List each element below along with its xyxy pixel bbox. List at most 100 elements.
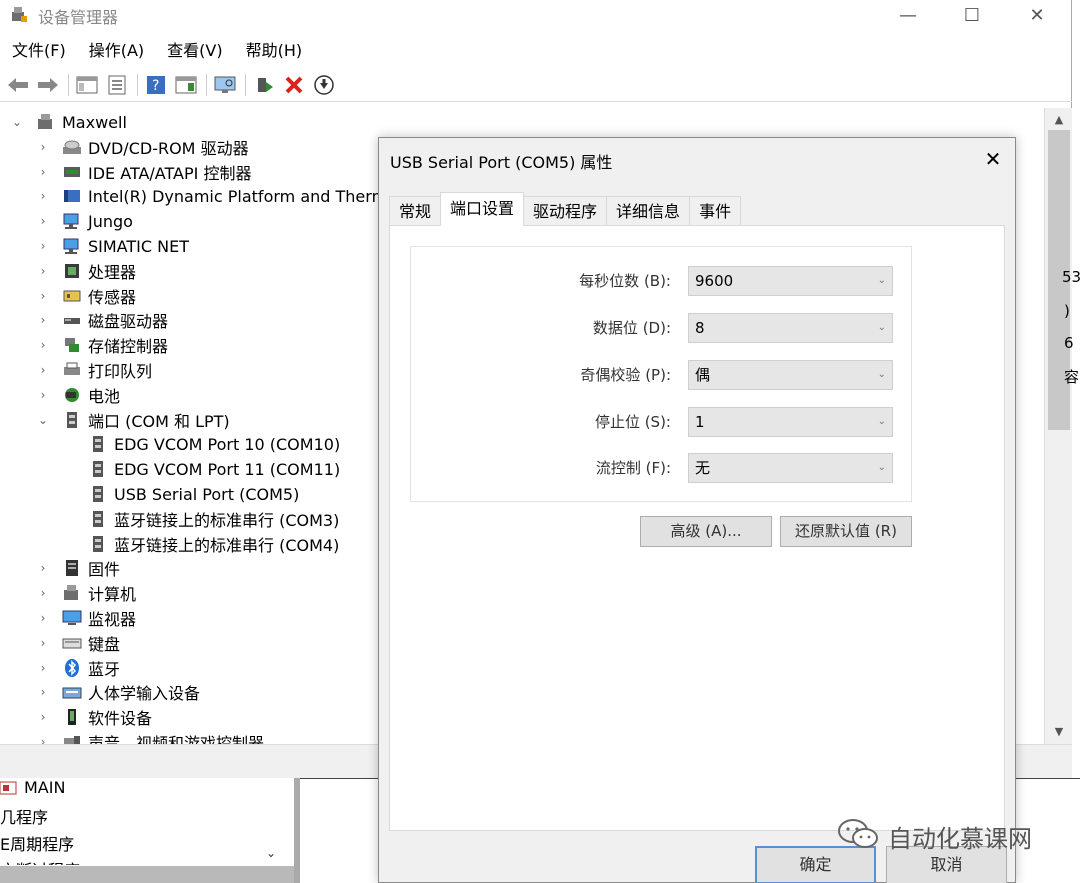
tree-item[interactable]: › 传感器 [36,284,136,308]
chevron-right-icon[interactable]: › [36,735,50,744]
vertical-scrollbar[interactable]: ▲ ▼ [1044,108,1072,744]
chevron-right-icon[interactable]: › [36,561,50,575]
properties-sheet-icon[interactable] [105,73,129,97]
flow-control-select[interactable]: 无 ⌄ [688,453,893,483]
chevron-right-icon[interactable]: › [36,363,50,377]
chevron-right-icon[interactable]: › [36,189,50,203]
chevron-right-icon[interactable]: › [36,611,50,625]
scan-hardware-monitor-icon[interactable] [213,73,237,97]
tree-item[interactable]: › 键盘 [36,631,120,655]
chevron-down-icon[interactable]: ⌄ [10,115,24,129]
storage-controller-icon [62,335,82,355]
computer-icon [62,583,82,603]
menu-file[interactable]: 文件(F) [0,38,77,64]
network-device-icon [62,236,82,256]
chevron-right-icon[interactable]: › [36,165,50,179]
tree-item[interactable]: › Intel(R) Dynamic Platform and Thermal [36,184,402,208]
close-button[interactable]: ✕ [1005,0,1069,30]
tree-item[interactable]: › 磁盘驱动器 [36,308,168,332]
tab-details[interactable]: 详细信息 [606,196,691,226]
properties-dialog: USB Serial Port (COM5) 属性 ✕ 常规 端口设置 驱动程序… [378,137,1016,883]
menu-help[interactable]: 帮助(H) [234,38,314,64]
program-row[interactable]: 亡断过程序 [0,857,80,865]
tree-item[interactable]: › DVD/CD-ROM 驱动器 [36,135,249,159]
tree-item[interactable]: › 蓝牙 [36,656,120,680]
tab-port-settings[interactable]: 端口设置 [440,192,525,226]
enable-device-download-icon[interactable] [312,73,336,97]
port-item[interactable]: 蓝牙链接上的标准串行 (COM3) [88,507,339,531]
data-bits-select[interactable]: 8 ⌄ [688,313,893,343]
menu-view[interactable]: 查看(V) [155,38,233,64]
program-row[interactable]: 几程序 [0,804,48,828]
tab-driver[interactable]: 驱动程序 [523,196,608,226]
tree-item-label: 磁盘驱动器 [88,312,169,332]
chevron-right-icon[interactable]: › [36,388,50,402]
tree-item[interactable]: › 声音、视频和游戏控制器 [36,730,264,744]
chevron-right-icon[interactable]: › [36,214,50,228]
tree-item[interactable]: › IDE ATA/ATAPI 控制器 [36,160,252,184]
tree-item[interactable]: ⌄ 端口 (COM 和 LPT) [36,408,230,432]
minimize-button[interactable]: — [876,0,940,30]
port-item[interactable]: USB Serial Port (COM5) [88,482,299,506]
scroll-up-icon[interactable]: ▲ [1045,110,1073,130]
chevron-right-icon[interactable]: › [36,586,50,600]
port-item[interactable]: 蓝牙链接上的标准串行 (COM4) [88,532,339,556]
chevron-down-icon[interactable]: ⌄ [266,846,276,860]
computer-icon [36,112,56,132]
action-pane-icon[interactable] [174,73,198,97]
port-item[interactable]: EDG VCOM Port 10 (COM10) [88,432,340,456]
scroll-down-icon[interactable]: ▼ [1045,722,1073,742]
bits-per-second-select[interactable]: 9600 ⌄ [688,266,893,296]
chevron-right-icon[interactable]: › [36,239,50,253]
tree-item[interactable]: › Jungo [36,209,133,233]
tree-item[interactable]: › 软件设备 [36,705,152,729]
chevron-right-icon[interactable]: › [36,661,50,675]
tree-item[interactable]: › 监视器 [36,606,136,630]
chevron-right-icon[interactable]: › [36,338,50,352]
chevron-right-icon[interactable]: › [36,636,50,650]
firmware-icon [62,558,82,578]
ide-controller-icon [62,162,82,182]
tree-item-label: SIMATIC NET [88,236,189,256]
tree-item[interactable]: › 人体学输入设备 [36,680,200,704]
back-arrow-icon[interactable] [6,73,30,97]
chevron-right-icon[interactable]: › [36,710,50,724]
data-bits-value: 8 [695,319,705,337]
tree-root[interactable]: ⌄ Maxwell [10,110,127,134]
tab-general[interactable]: 常规 [389,196,442,226]
stop-bits-select[interactable]: 1 ⌄ [688,407,893,437]
parity-select[interactable]: 偶 ⌄ [688,360,893,390]
tree-item[interactable]: › 存储控制器 [36,333,168,357]
program-row[interactable]: E周期程序 [0,831,74,855]
forward-arrow-icon[interactable] [36,73,60,97]
bits-per-second-value: 9600 [695,272,734,290]
advanced-button[interactable]: 高级 (A)... [640,516,772,547]
tree-item[interactable]: › 电池 [36,383,120,407]
maximize-button[interactable]: ☐ [940,0,1004,30]
tab-events[interactable]: 事件 [689,196,742,226]
chevron-right-icon[interactable]: › [36,140,50,154]
tree-item[interactable]: › 处理器 [36,259,136,283]
battery-icon [62,385,82,405]
background-text-fragment: ) [1064,302,1070,320]
update-driver-icon[interactable] [252,73,276,97]
tree-item-label: 人体学输入设备 [88,684,201,704]
program-row-main[interactable]: MAIN [0,778,65,797]
tree-item-label: USB Serial Port (COM5) [114,484,300,504]
tree-item[interactable]: › 计算机 [36,581,136,605]
chevron-right-icon[interactable]: › [36,313,50,327]
chevron-down-icon[interactable]: ⌄ [36,413,50,427]
port-item[interactable]: EDG VCOM Port 11 (COM11) [88,457,340,481]
tree-item[interactable]: › 打印队列 [36,358,152,382]
tree-item[interactable]: › SIMATIC NET [36,234,189,258]
restore-defaults-button[interactable]: 还原默认值 (R) [780,516,912,547]
help-icon[interactable]: ? [144,73,168,97]
chevron-right-icon[interactable]: › [36,289,50,303]
chevron-right-icon[interactable]: › [36,685,50,699]
dialog-close-button[interactable]: ✕ [975,144,1011,174]
chevron-right-icon[interactable]: › [36,264,50,278]
menu-action[interactable]: 操作(A) [77,38,155,64]
tree-item[interactable]: › 固件 [36,556,120,580]
show-hide-console-tree-icon[interactable] [75,73,99,97]
uninstall-device-icon[interactable] [282,73,306,97]
